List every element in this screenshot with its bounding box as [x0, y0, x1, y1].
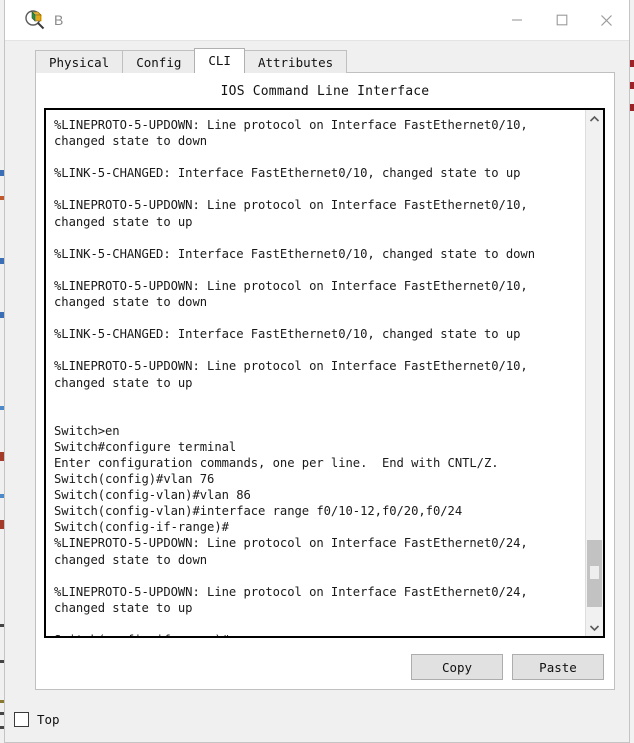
footer: Top — [5, 697, 629, 742]
tab-strip: Physical Config CLI Attributes — [35, 48, 629, 73]
scroll-up-icon[interactable] — [586, 110, 603, 127]
scrollbar-thumb-grip — [590, 566, 599, 579]
cli-tab-panel: IOS Command Line Interface %LINEPROTO-5-… — [35, 72, 615, 690]
window-controls — [494, 0, 629, 40]
minimize-button[interactable] — [494, 0, 539, 40]
scroll-down-icon[interactable] — [586, 619, 603, 636]
terminal-output[interactable]: %LINEPROTO-5-UPDOWN: Line protocol on In… — [46, 110, 585, 636]
maximize-icon — [556, 14, 567, 26]
panel-title: IOS Command Line Interface — [220, 84, 430, 99]
tab-physical[interactable]: Physical — [35, 50, 124, 73]
tab-attributes[interactable]: Attributes — [243, 50, 348, 73]
maximize-button[interactable] — [539, 0, 584, 40]
inspect-magnifier-icon — [25, 10, 45, 30]
device-window: B Physical Config CLI Attributes IOS Com… — [4, 0, 630, 743]
terminal-container: %LINEPROTO-5-UPDOWN: Line protocol on In… — [44, 108, 605, 638]
paste-button[interactable]: Paste — [512, 654, 604, 680]
top-checkbox-label: Top — [37, 712, 60, 727]
close-icon — [601, 14, 612, 26]
window-title: B — [54, 12, 64, 28]
top-checkbox[interactable] — [14, 712, 29, 727]
minimize-icon — [511, 19, 522, 21]
close-button[interactable] — [584, 0, 629, 40]
title-bar: B — [5, 0, 629, 41]
tab-config[interactable]: Config — [122, 50, 196, 73]
tab-cli[interactable]: CLI — [194, 48, 245, 73]
action-button-row: Copy Paste — [411, 654, 604, 680]
copy-button[interactable]: Copy — [411, 654, 503, 680]
terminal-scrollbar[interactable] — [585, 110, 603, 636]
scrollbar-thumb[interactable] — [587, 540, 602, 607]
